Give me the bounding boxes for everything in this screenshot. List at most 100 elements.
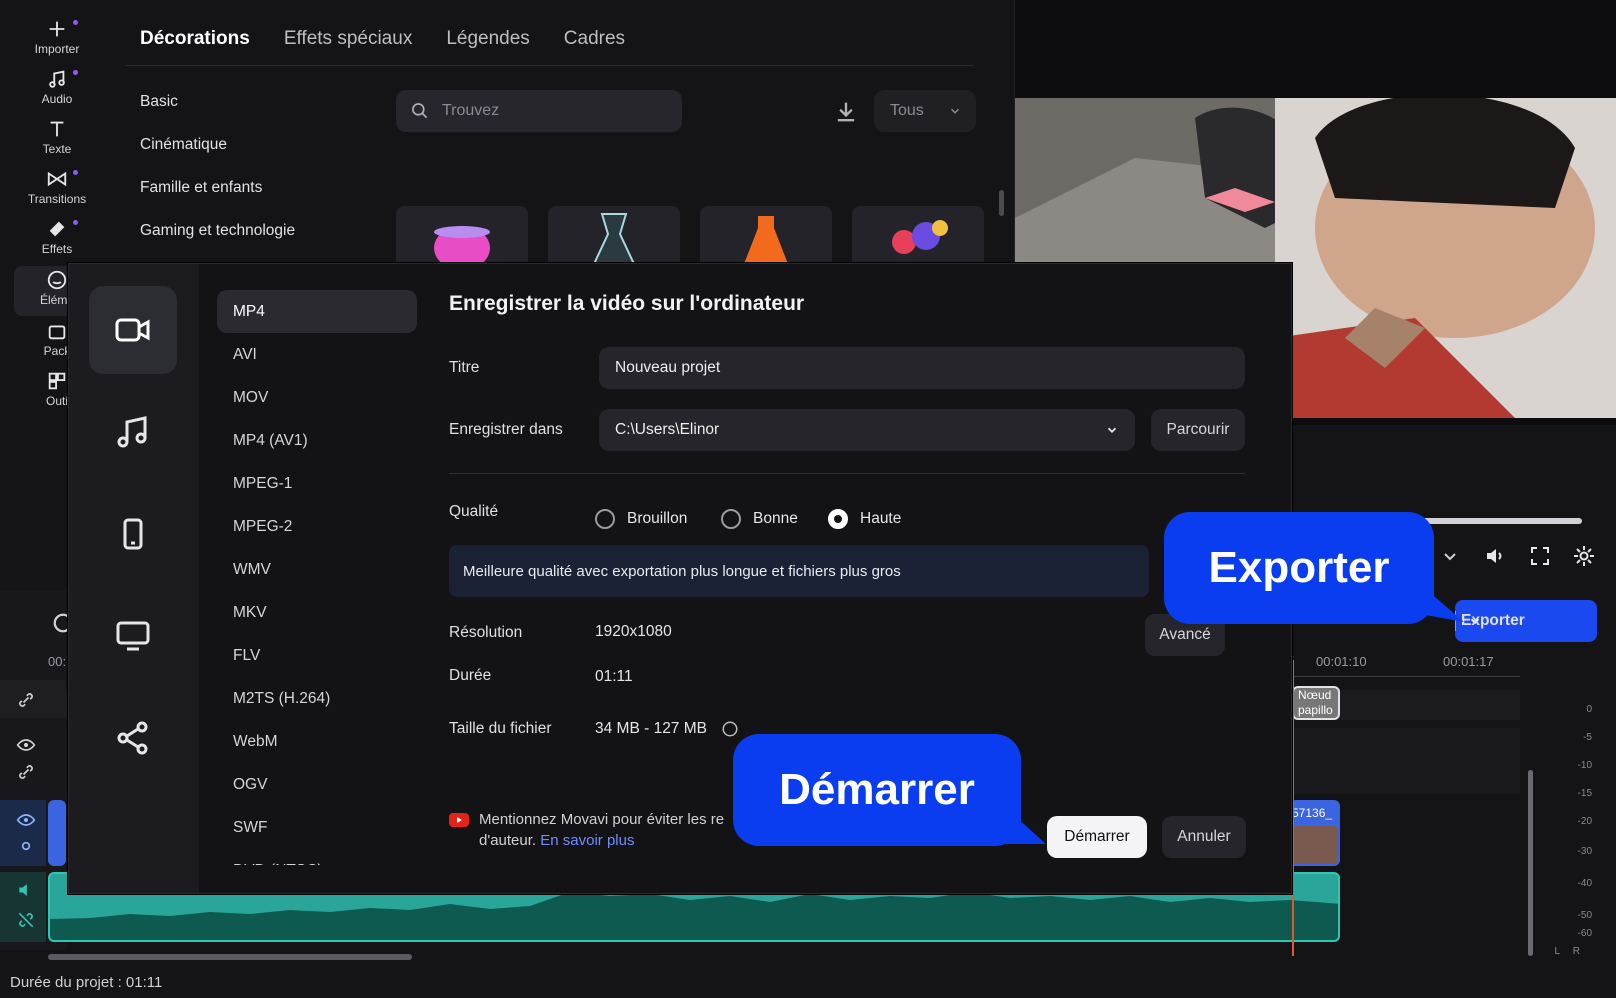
meter-label: -20 [1577, 816, 1592, 827]
quality-good-radio[interactable]: Bonne [721, 509, 798, 529]
filesize-value: 34 MB - 127 MB [595, 720, 707, 737]
format-item[interactable]: OGV [217, 763, 417, 806]
effects-icon [49, 221, 65, 237]
export-button[interactable]: Exporter [1455, 600, 1597, 642]
clip-label: 57136_ [1292, 806, 1333, 820]
unlink-icon[interactable] [16, 910, 36, 930]
target-audio[interactable] [89, 388, 177, 476]
video-clip[interactable]: 57136_ [1290, 800, 1340, 866]
cancel-button[interactable]: Annuler [1162, 816, 1246, 858]
format-item[interactable]: MKV [217, 591, 417, 634]
tab-special-effects[interactable]: Effets spéciaux [284, 28, 413, 54]
target-tv[interactable] [89, 592, 177, 680]
export-button-label: Exporter [1461, 612, 1525, 629]
format-item[interactable]: WMV [217, 548, 417, 591]
fullscreen-icon[interactable] [1528, 544, 1552, 568]
format-item[interactable]: DVD (NTSC) [217, 849, 417, 865]
preview-seekbar[interactable] [1422, 518, 1582, 524]
search-icon [412, 103, 428, 119]
search-box [396, 90, 682, 132]
target-video[interactable] [89, 286, 177, 374]
quality-info-banner: Meilleure qualité avec exportation plus … [449, 545, 1149, 597]
format-item[interactable]: MP4 [217, 290, 417, 333]
tools-icon [48, 372, 66, 390]
search-input[interactable] [442, 102, 662, 120]
settings-track-icon[interactable] [16, 836, 36, 856]
title-value: Nouveau projet [615, 359, 721, 376]
filter-dropdown[interactable]: Tous [874, 90, 976, 132]
category-list: Basic Cinématique Famille et enfants Gam… [140, 90, 370, 262]
format-item[interactable]: MPEG-2 [217, 505, 417, 548]
meter-label: L [1554, 946, 1560, 957]
link-icon[interactable] [16, 690, 36, 710]
eye-icon[interactable] [16, 810, 36, 830]
format-item[interactable]: M2TS (H.264) [217, 677, 417, 720]
filter-value: Tous [890, 102, 924, 119]
project-duration: Durée du projet : 01:11 [10, 974, 163, 991]
playhead[interactable] [1292, 660, 1294, 956]
tab-captions[interactable]: Légendes [446, 28, 529, 54]
timeline-vscrollbar[interactable] [1528, 770, 1533, 956]
video-clip[interactable] [48, 800, 66, 866]
info-icon[interactable] [721, 720, 739, 738]
rail-label: Pack [43, 344, 71, 358]
rail-effects[interactable]: Effets [14, 218, 100, 264]
rail-transitions[interactable]: Transitions [14, 168, 100, 214]
format-item[interactable]: AVI [217, 333, 417, 376]
category-item[interactable]: Famille et enfants [140, 176, 370, 219]
category-item[interactable]: Gaming et technologie [140, 219, 370, 262]
share-icon [117, 721, 148, 755]
browse-button[interactable]: Parcourir [1151, 409, 1245, 451]
learn-more-link[interactable]: En savoir plus [540, 832, 634, 849]
tab-decorations[interactable]: Décorations [140, 28, 250, 54]
sticker-thumb[interactable] [700, 206, 832, 266]
sticker-thumb[interactable] [396, 206, 528, 266]
gear-icon[interactable] [1572, 544, 1596, 568]
sticker-thumb[interactable] [548, 206, 680, 266]
library-tabs: Décorations Effets spéciaux Légendes Cad… [126, 16, 974, 66]
rail-import[interactable]: Importer [14, 18, 100, 64]
target-share[interactable] [89, 694, 177, 782]
decoration-clip[interactable]: Nœud papillo [1292, 686, 1340, 720]
clip-label: Nœud [1298, 688, 1332, 702]
chevron-down-icon[interactable] [1438, 544, 1462, 568]
start-button[interactable]: Démarrer [1047, 816, 1147, 858]
pack-icon [48, 325, 66, 340]
music-icon [117, 416, 147, 448]
title-input[interactable]: Nouveau projet [599, 347, 1245, 389]
radio-label: Bonne [753, 510, 798, 527]
resolution-label: Résolution [449, 624, 523, 641]
format-item[interactable]: MOV [217, 376, 417, 419]
meter-label: -10 [1577, 760, 1592, 771]
rail-audio[interactable]: Audio [14, 68, 100, 114]
tab-frames[interactable]: Cadres [564, 28, 625, 54]
eye-icon[interactable] [16, 735, 36, 755]
target-device[interactable] [89, 490, 177, 578]
format-item[interactable]: SWF [217, 806, 417, 849]
save-location-dropdown[interactable]: C:\Users\Elinor [599, 409, 1135, 451]
duration-label: Durée [449, 667, 492, 684]
format-item[interactable]: FLV [217, 634, 417, 677]
volume-icon[interactable] [1483, 544, 1507, 568]
save-location-value: C:\Users\Elinor [615, 421, 720, 438]
export-callout: Exporter [1164, 512, 1434, 624]
rail-label: Texte [42, 142, 72, 156]
meter-label: -40 [1577, 878, 1592, 889]
link-icon[interactable] [16, 762, 36, 782]
volume-icon[interactable] [16, 880, 36, 900]
transitions-icon [47, 171, 67, 187]
library-scrollbar[interactable] [999, 190, 1004, 216]
callout-pointer [1420, 584, 1464, 622]
format-item[interactable]: MP4 (AV1) [217, 419, 417, 462]
category-item[interactable]: Cinématique [140, 133, 370, 176]
timeline-scrollbar[interactable] [48, 954, 412, 960]
divider [449, 473, 1245, 474]
category-item[interactable]: Basic [140, 90, 370, 133]
format-item[interactable]: WebM [217, 720, 417, 763]
sticker-thumb[interactable] [852, 206, 984, 266]
rail-text[interactable]: Texte [14, 118, 100, 164]
format-item[interactable]: MPEG-1 [217, 462, 417, 505]
download-icon[interactable] [832, 98, 860, 126]
quality-draft-radio[interactable]: Brouillon [595, 509, 687, 529]
quality-high-radio[interactable]: Haute [828, 509, 901, 529]
